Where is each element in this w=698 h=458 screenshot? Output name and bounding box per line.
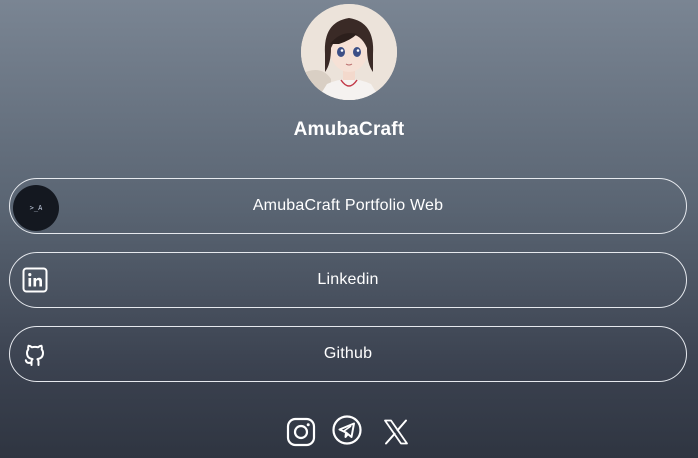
avatar <box>301 4 397 100</box>
telegram-icon[interactable] <box>331 414 363 446</box>
linkedin-link-button[interactable]: Linkedin <box>9 252 687 308</box>
social-icons-row <box>0 414 698 448</box>
github-link-button[interactable]: Github <box>9 326 687 382</box>
profile-name: AmubaCraft <box>293 119 405 140</box>
portfolio-link-button[interactable]: >_A AmubaCraft Portfolio Web <box>9 178 687 234</box>
anime-girl-avatar-icon <box>301 4 397 100</box>
github-link-label: Github <box>323 345 373 362</box>
instagram-icon[interactable] <box>285 416 317 448</box>
linkedin-link-label: Linkedin <box>317 271 379 288</box>
x-icon[interactable] <box>380 416 412 448</box>
portfolio-link-label: AmubaCraft Portfolio Web <box>252 197 444 214</box>
